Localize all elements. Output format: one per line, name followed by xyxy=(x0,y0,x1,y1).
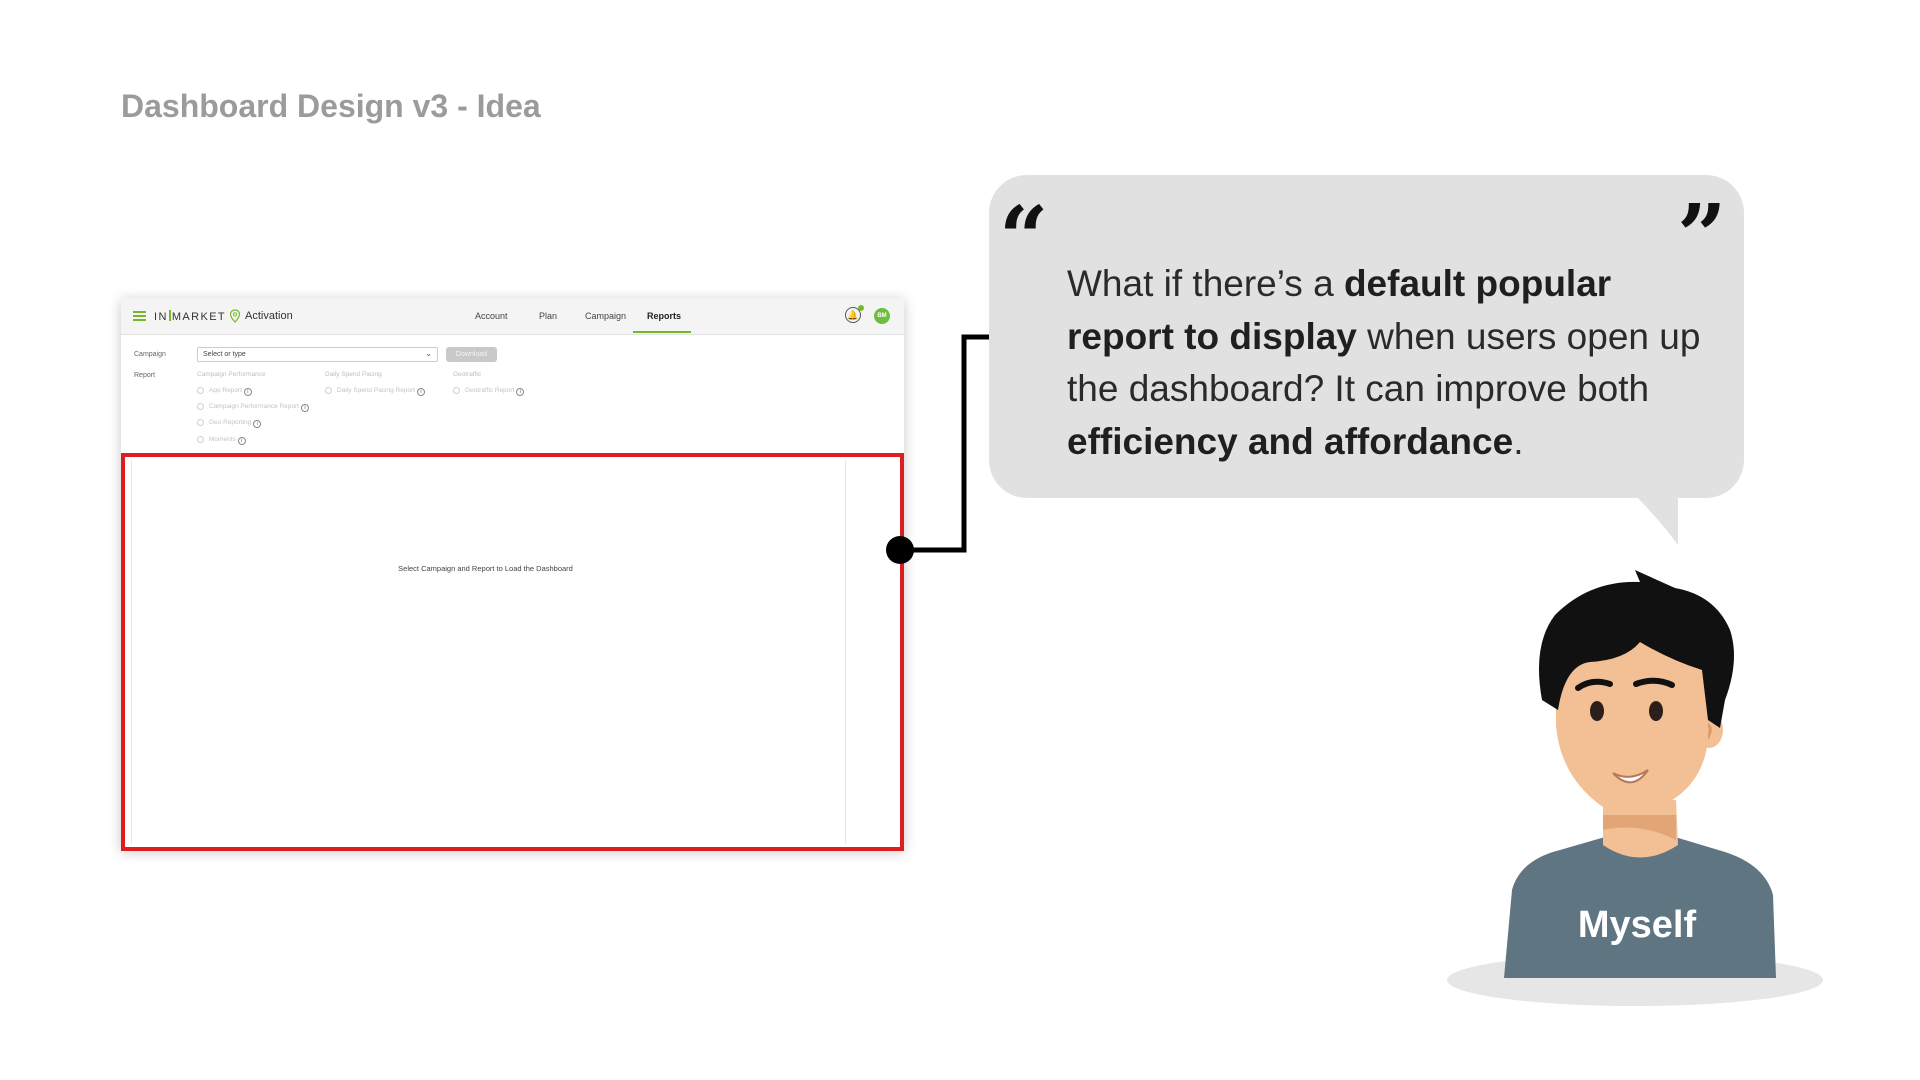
radio-option[interactable]: Moments i xyxy=(197,436,246,445)
radio-option-label: App Report xyxy=(209,387,242,394)
quote-emphasis: efficiency and affordance xyxy=(1067,420,1514,462)
active-tab-underline xyxy=(633,331,691,333)
radio-option-label: Campaign Performance Report xyxy=(209,403,299,410)
radio-option[interactable]: App Report i xyxy=(197,387,252,396)
top-navbar: IN MARKET Activation Account Plan Campaig… xyxy=(121,298,904,335)
inmarket-logo: IN MARKET xyxy=(154,310,226,323)
radio-option-label: Geo Reporting xyxy=(209,419,252,426)
radio-option-label: Daily Spend Pacing Report xyxy=(337,387,416,394)
persona-illustration xyxy=(1447,570,1823,1006)
radio-circle-icon[interactable] xyxy=(325,387,332,394)
notification-dot xyxy=(858,305,864,311)
report-group-heading: Geotraffic xyxy=(453,371,482,378)
info-icon[interactable]: i xyxy=(253,420,262,428)
nav-account[interactable]: Account xyxy=(475,311,508,321)
quote-text: . xyxy=(1513,420,1524,462)
campaign-select[interactable]: Select or type ⌄ xyxy=(197,347,438,362)
logo-text-left: IN xyxy=(154,311,168,323)
radio-option[interactable]: Geo Reporting i xyxy=(197,419,262,428)
info-icon[interactable]: i xyxy=(237,437,246,445)
chevron-down-icon: ⌄ xyxy=(425,349,432,358)
report-group-heading: Campaign Performance xyxy=(197,371,266,378)
report-group-heading: Daily Spend Pacing xyxy=(325,371,382,378)
close-quote-icon: ” xyxy=(1677,194,1727,254)
persona-label: Myself xyxy=(1577,904,1697,946)
radio-option-label: Geotraffic Report xyxy=(465,387,515,394)
radio-circle-icon[interactable] xyxy=(197,436,204,443)
radio-circle-icon[interactable] xyxy=(197,387,204,394)
info-icon[interactable]: i xyxy=(300,404,309,412)
location-pin-icon xyxy=(229,309,241,323)
info-icon[interactable]: i xyxy=(417,388,426,396)
logo-text-right: MARKET xyxy=(171,311,227,323)
campaign-label: Campaign xyxy=(134,351,166,358)
info-icon[interactable]: i xyxy=(516,388,525,396)
campaign-select-value: Select or type xyxy=(203,351,246,358)
info-icon[interactable]: i xyxy=(243,388,252,396)
radio-circle-icon[interactable] xyxy=(197,403,204,410)
open-quote-icon: “ xyxy=(999,196,1049,256)
hamburger-menu-icon[interactable] xyxy=(133,311,146,321)
user-avatar[interactable]: BM xyxy=(874,308,890,324)
slide-title: Dashboard Design v3 - Idea xyxy=(121,88,541,124)
radio-option[interactable]: Daily Spend Pacing Report i xyxy=(325,387,426,396)
quote-text: What if there’s a xyxy=(1067,263,1344,304)
nav-plan[interactable]: Plan xyxy=(539,311,557,321)
report-label: Report xyxy=(134,372,156,379)
speech-bubble-text: What if there’s a default popular report… xyxy=(1067,258,1707,468)
radio-option[interactable]: Geotraffic Report i xyxy=(453,387,525,396)
app-name: Activation xyxy=(245,310,293,322)
radio-circle-icon[interactable] xyxy=(453,387,460,394)
highlight-box xyxy=(121,453,904,851)
nav-campaign[interactable]: Campaign xyxy=(585,311,626,321)
download-button[interactable]: Download xyxy=(446,347,497,362)
radio-option-label: Moments xyxy=(209,436,236,443)
nav-reports[interactable]: Reports xyxy=(647,311,681,321)
logo-bar-icon xyxy=(168,310,171,321)
radio-circle-icon[interactable] xyxy=(197,419,204,426)
radio-option[interactable]: Campaign Performance Report i xyxy=(197,403,309,412)
